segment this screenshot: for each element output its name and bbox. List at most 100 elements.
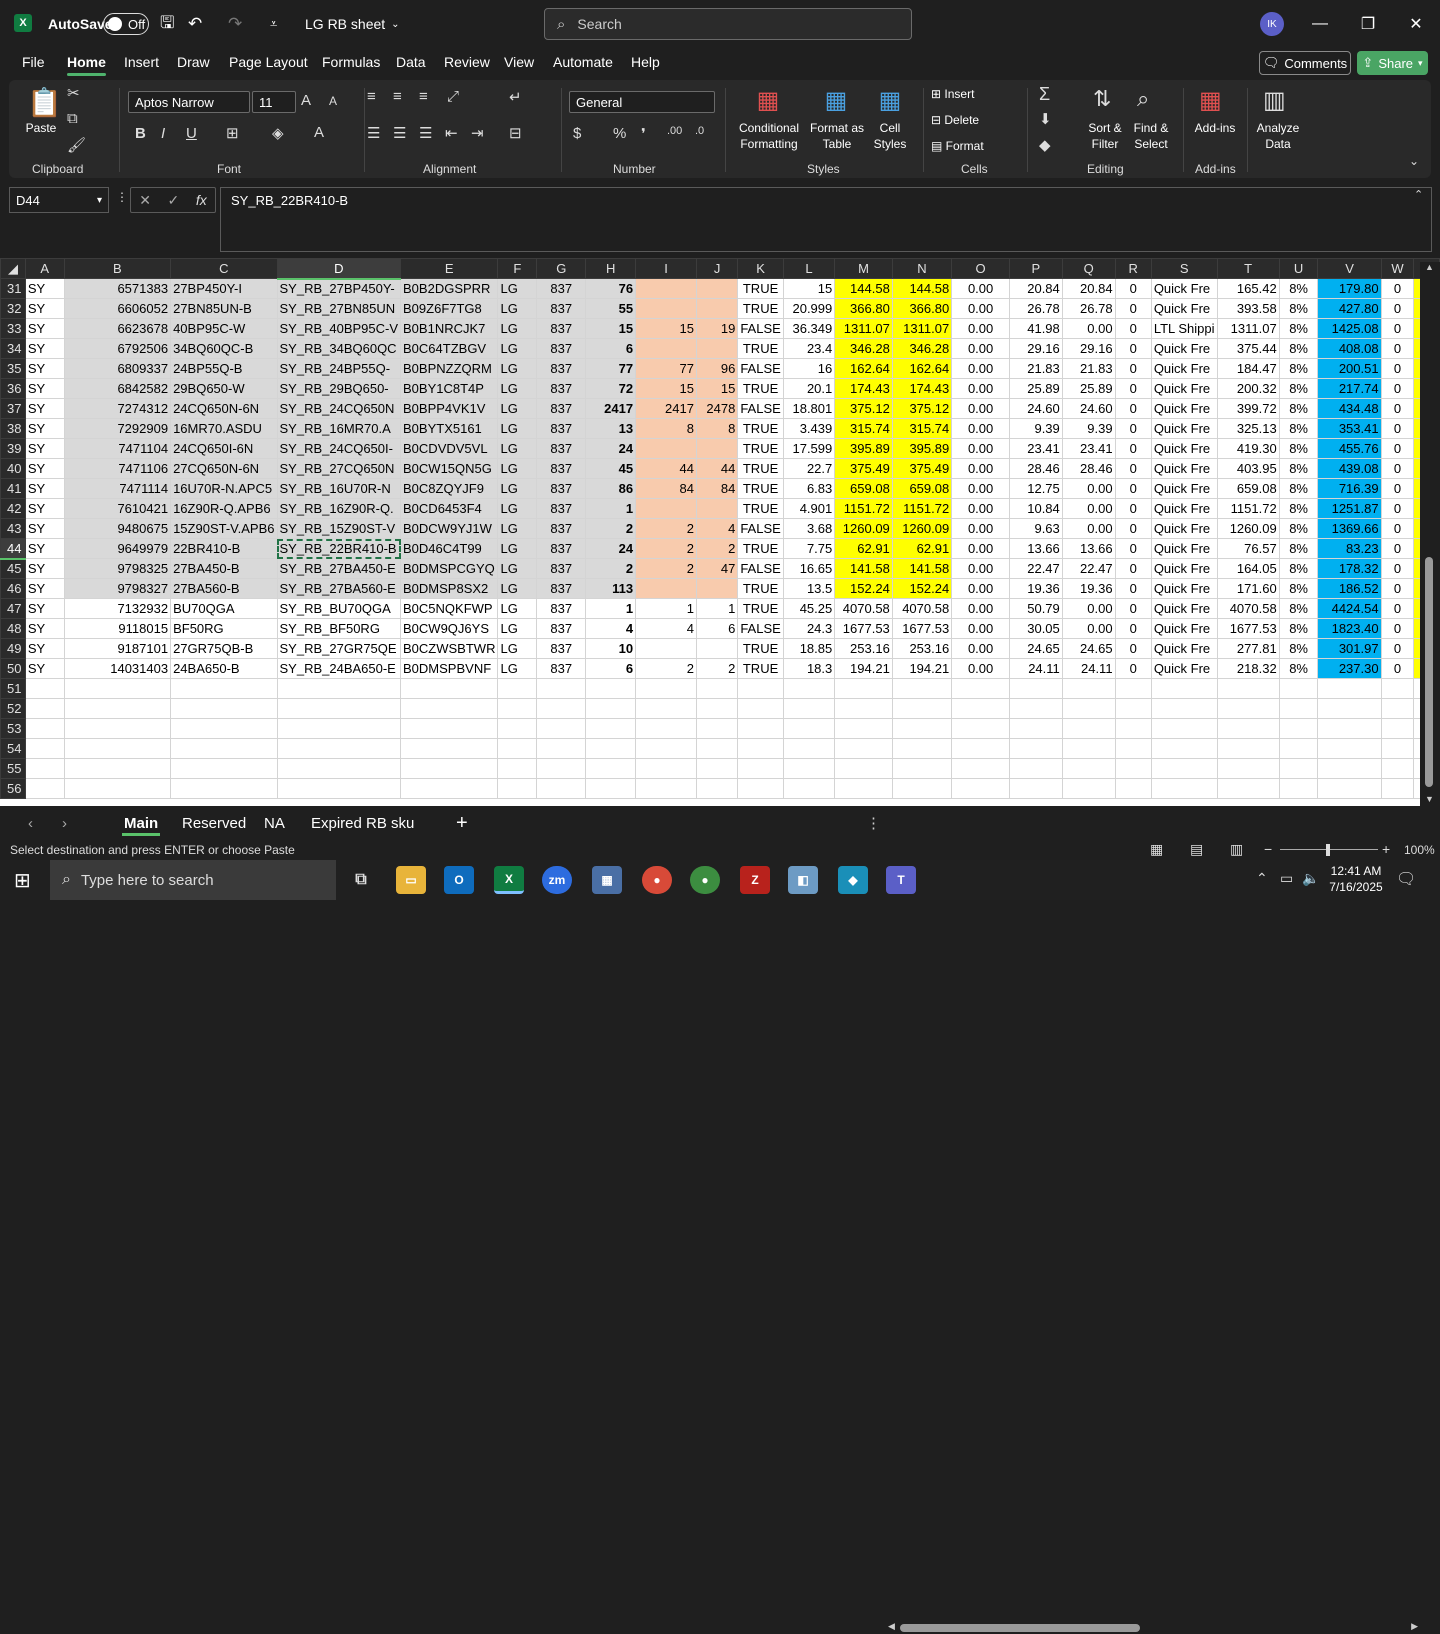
cell[interactable] <box>170 738 278 759</box>
wrap-text-icon[interactable]: ↵ <box>509 88 522 106</box>
cell[interactable]: 0 <box>1114 558 1152 579</box>
cell[interactable] <box>24 778 65 799</box>
cell[interactable]: Quick Fre <box>1150 618 1218 639</box>
cut-icon[interactable]: ✂ <box>67 84 80 102</box>
cell[interactable]: 0.00 <box>1061 598 1116 619</box>
cell[interactable] <box>276 718 402 739</box>
cell[interactable]: 7274312 <box>63 398 172 419</box>
cell[interactable]: LG <box>497 638 538 659</box>
cell[interactable] <box>695 278 739 299</box>
cell[interactable]: LG <box>497 458 538 479</box>
cell[interactable]: LG <box>497 278 538 299</box>
cell[interactable]: 8% <box>1278 278 1319 299</box>
scroll-up-icon[interactable]: ▲ <box>1425 262 1434 272</box>
cell[interactable]: 8% <box>1278 298 1319 319</box>
row-header[interactable]: 56 <box>0 778 26 799</box>
cell[interactable] <box>635 578 697 599</box>
cell[interactable]: 1311.07 <box>1216 318 1280 339</box>
copy-icon[interactable]: ⧉ <box>67 110 78 127</box>
cell[interactable]: 277.81 <box>1216 638 1280 659</box>
cell[interactable]: 399.72 <box>1216 398 1280 419</box>
cell[interactable] <box>891 678 953 699</box>
column-header[interactable]: A <box>24 258 65 279</box>
tab-na[interactable]: NA <box>256 810 293 836</box>
windows-start-icon[interactable]: ⊞ <box>14 868 31 893</box>
cell[interactable]: SY_RB_27BP450Y- <box>276 278 402 299</box>
cell[interactable]: 2 <box>635 518 697 539</box>
cell[interactable]: 375.12 <box>891 398 953 419</box>
decrease-font-icon[interactable]: A <box>329 94 337 108</box>
cell[interactable]: 8% <box>1278 578 1319 599</box>
cell[interactable]: 0 <box>1380 498 1415 519</box>
cell[interactable]: LG <box>497 498 538 519</box>
column-header[interactable]: F <box>497 258 538 279</box>
cell[interactable]: Quick Fre <box>1150 538 1218 559</box>
minimize-icon[interactable]: — <box>1308 12 1332 36</box>
decrease-decimal-icon[interactable]: .0 <box>695 125 704 137</box>
cell[interactable] <box>536 678 587 699</box>
cell[interactable]: 253.16 <box>834 638 893 659</box>
row-header[interactable]: 36 <box>0 378 26 399</box>
cell[interactable]: 837 <box>536 498 587 519</box>
cell[interactable]: TRUE <box>737 338 784 359</box>
cell[interactable]: 174.43 <box>834 378 893 399</box>
cell[interactable]: 4 <box>635 618 697 639</box>
cell[interactable] <box>170 758 278 779</box>
cell[interactable]: 0 <box>1380 638 1415 659</box>
column-header[interactable]: J <box>695 258 739 279</box>
calculator-icon[interactable]: ▦ <box>592 866 622 894</box>
currency-icon[interactable]: $ <box>573 125 581 142</box>
cell[interactable]: FALSE <box>737 398 784 419</box>
cell[interactable]: LG <box>497 618 538 639</box>
cell[interactable]: 8% <box>1278 618 1319 639</box>
cell[interactable]: 20.999 <box>782 298 836 319</box>
cell[interactable] <box>63 778 172 799</box>
cell[interactable]: 455.76 <box>1317 438 1382 459</box>
cell[interactable]: 29.16 <box>1061 338 1116 359</box>
cell[interactable]: 375.44 <box>1216 338 1280 359</box>
menu-help[interactable]: Help <box>631 54 660 70</box>
cell[interactable] <box>782 778 836 799</box>
cell[interactable]: LG <box>497 438 538 459</box>
cell[interactable]: 8% <box>1278 538 1319 559</box>
fill-icon[interactable]: ⬇ <box>1039 110 1052 128</box>
cell[interactable]: 1311.07 <box>891 318 953 339</box>
cell[interactable] <box>695 498 739 519</box>
menu-draw[interactable]: Draw <box>177 54 210 70</box>
cell[interactable]: Quick Fre <box>1150 438 1218 459</box>
cell[interactable]: 25.89 <box>1009 378 1063 399</box>
cell[interactable] <box>635 678 697 699</box>
cell[interactable]: 4 <box>585 618 637 639</box>
cell[interactable]: B0C5NQKFWP <box>400 598 499 619</box>
next-sheet-icon[interactable]: › <box>54 810 75 836</box>
row-header[interactable]: 42 <box>0 498 26 519</box>
cell[interactable]: 27BA450-B <box>170 558 278 579</box>
cell[interactable]: 1251.87 <box>1317 498 1382 519</box>
cell[interactable]: SY <box>24 478 65 499</box>
cell[interactable]: 40BP95C-W <box>170 318 278 339</box>
paste-button[interactable]: Paste <box>23 120 59 136</box>
increase-font-icon[interactable]: A <box>301 92 311 109</box>
cell[interactable] <box>834 718 893 739</box>
cell[interactable] <box>1317 678 1382 699</box>
cell[interactable]: 1260.09 <box>891 518 953 539</box>
clear-icon[interactable]: ◆ <box>1039 136 1051 154</box>
cell[interactable] <box>782 758 836 779</box>
cell[interactable]: LG <box>497 478 538 499</box>
cell[interactable]: 408.08 <box>1317 338 1382 359</box>
enter-icon[interactable]: ✓ <box>168 192 180 209</box>
cell[interactable]: 837 <box>536 638 587 659</box>
bold-icon[interactable]: B <box>135 125 146 142</box>
scroll-right-icon[interactable]: ▶ <box>1411 1621 1418 1632</box>
menu-view[interactable]: View <box>504 54 534 70</box>
cell[interactable] <box>1009 718 1063 739</box>
cell[interactable] <box>635 738 697 759</box>
cell[interactable] <box>24 698 65 719</box>
cell[interactable]: TRUE <box>737 278 784 299</box>
cell[interactable]: 0 <box>1380 458 1415 479</box>
cell[interactable]: 28.46 <box>1009 458 1063 479</box>
cell[interactable]: 15 <box>782 278 836 299</box>
cell[interactable]: 141.58 <box>891 558 953 579</box>
cell[interactable]: SY_RB_24BA650-E <box>276 658 402 679</box>
teams-icon[interactable]: T <box>886 866 916 894</box>
